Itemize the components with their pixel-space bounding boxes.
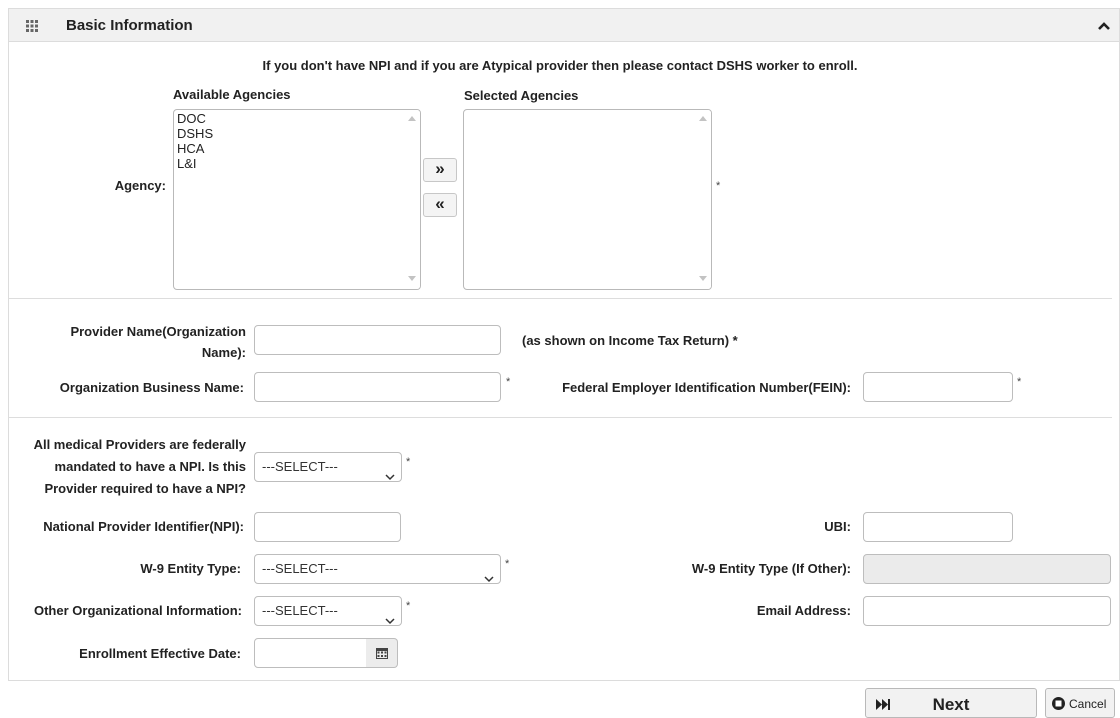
cancel-button[interactable]: Cancel	[1045, 688, 1115, 718]
select-value: ---SELECT---	[262, 561, 338, 576]
grid-icon	[26, 20, 38, 32]
cancel-label: Cancel	[1069, 697, 1107, 711]
provider-name-hint: (as shown on Income Tax Return) *	[522, 333, 738, 348]
list-item[interactable]: DSHS	[174, 126, 420, 141]
npi-required-select[interactable]: ---SELECT---	[254, 452, 402, 482]
remove-agency-button[interactable]: «	[423, 193, 457, 217]
npi-input[interactable]	[254, 512, 401, 542]
divider	[8, 417, 1112, 418]
org-business-name-label: Organization Business Name:	[59, 380, 244, 395]
next-label: Next	[932, 695, 970, 714]
required-marker: *	[1017, 376, 1022, 388]
w9-entity-type-select[interactable]: ---SELECT---	[254, 554, 501, 584]
required-marker: *	[506, 376, 511, 388]
ubi-input[interactable]	[863, 512, 1013, 542]
calendar-button[interactable]	[366, 638, 398, 668]
collapse-chevron-icon[interactable]	[1097, 20, 1111, 32]
list-item[interactable]: DOC	[174, 111, 420, 126]
cancel-icon	[1052, 697, 1065, 710]
npi-required-label-line2: mandated to have a NPI. Is this	[54, 459, 246, 474]
other-org-info-select[interactable]: ---SELECT---	[254, 596, 402, 626]
chevron-down-icon	[484, 565, 494, 583]
enrollment-date-label: Enrollment Effective Date:	[79, 646, 241, 661]
other-org-info-label: Other Organizational Information:	[33, 603, 242, 618]
calendar-icon	[376, 648, 388, 659]
panel-title: Basic Information	[66, 17, 193, 34]
panel-header[interactable]: Basic Information	[8, 8, 1120, 42]
org-business-name-input[interactable]	[254, 372, 501, 402]
chevron-down-icon	[385, 607, 395, 625]
selected-agencies-list[interactable]	[463, 109, 712, 290]
required-marker: *	[406, 600, 411, 612]
npi-required-label: All medical Providers are federally mand…	[8, 434, 246, 500]
required-marker: *	[716, 180, 721, 192]
w9-entity-type-label: W-9 Entity Type:	[140, 561, 241, 576]
provider-name-label-line2: Name):	[201, 345, 246, 360]
provider-name-label: Provider Name(Organization Name):	[8, 321, 246, 363]
list-item[interactable]: L&I	[174, 156, 420, 171]
divider	[8, 298, 1112, 299]
npi-required-label-line1: All medical Providers are federally	[33, 437, 246, 452]
w9-entity-other-input[interactable]	[863, 554, 1111, 584]
npi-notice: If you don't have NPI and if you are Aty…	[262, 58, 858, 73]
npi-label: National Provider Identifier(NPI):	[43, 519, 244, 534]
select-value: ---SELECT---	[262, 459, 338, 474]
required-marker: *	[406, 456, 411, 468]
selected-agencies-header: Selected Agencies	[464, 88, 579, 103]
fein-input[interactable]	[863, 372, 1013, 402]
enrollment-date-input[interactable]	[254, 638, 367, 668]
email-label: Email Address:	[756, 603, 851, 618]
provider-name-input[interactable]	[254, 325, 501, 355]
add-agency-button[interactable]: »	[423, 158, 457, 182]
chevron-down-icon	[385, 463, 395, 481]
next-button[interactable]: Next	[865, 688, 1037, 718]
agency-label: Agency:	[114, 178, 166, 193]
available-agencies-list[interactable]: DOC DSHS HCA L&I	[173, 109, 421, 290]
fein-label: Federal Employer Identification Number(F…	[562, 380, 851, 395]
scrollbar[interactable]	[694, 110, 711, 289]
list-item[interactable]: HCA	[174, 141, 420, 156]
w9-entity-other-label: W-9 Entity Type (If Other):	[691, 561, 851, 576]
required-marker: *	[505, 558, 510, 570]
provider-name-label-line1: Provider Name(Organization	[70, 324, 246, 339]
scrollbar[interactable]	[403, 110, 420, 289]
ubi-label: UBI:	[824, 519, 851, 534]
select-value: ---SELECT---	[262, 603, 338, 618]
email-input[interactable]	[863, 596, 1111, 626]
npi-required-label-line3: Provider required to have a NPI?	[44, 481, 246, 496]
available-agencies-header: Available Agencies	[173, 87, 291, 102]
